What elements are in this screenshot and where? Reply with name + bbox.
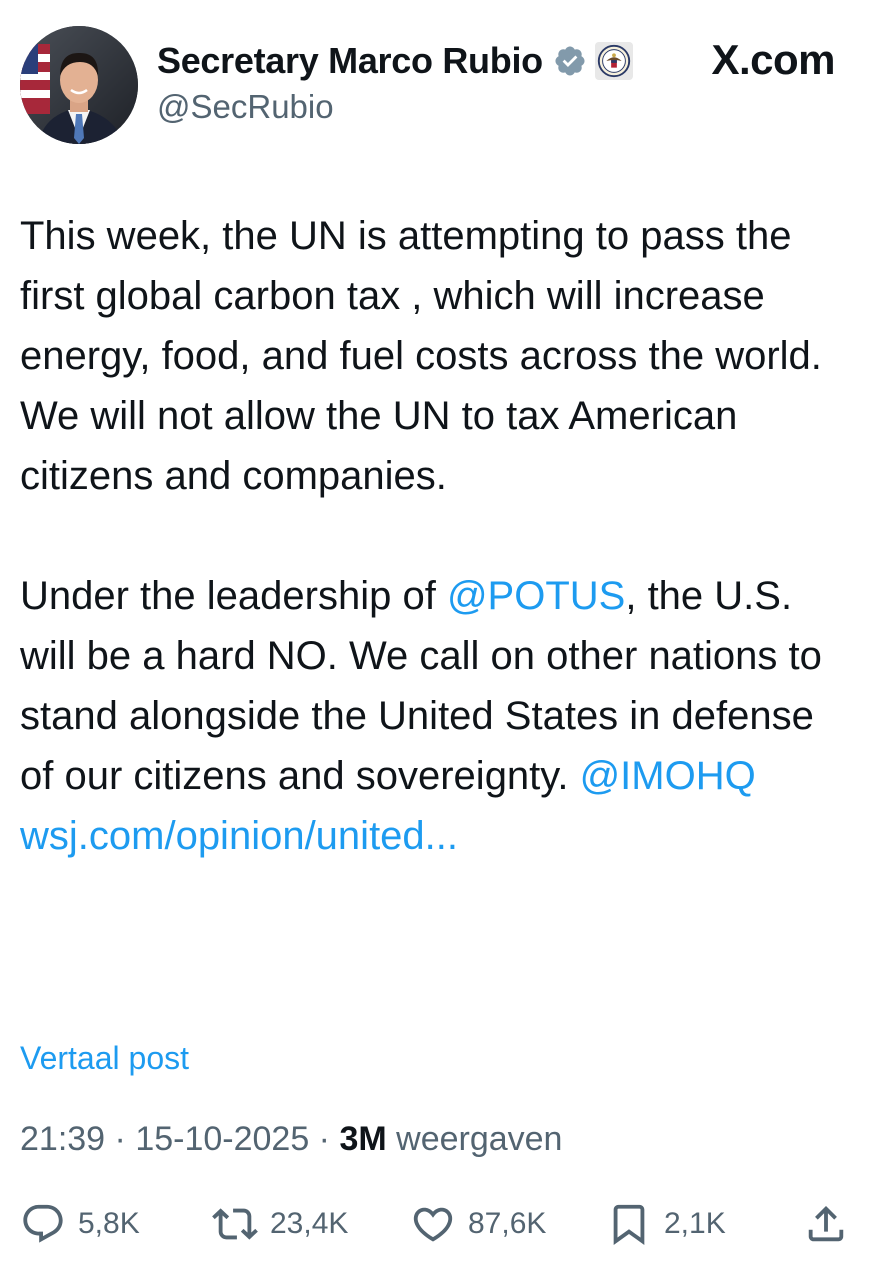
- reply-icon: [23, 1204, 63, 1243]
- repost-button[interactable]: 23,4K: [212, 1198, 348, 1250]
- post-date[interactable]: 15-10-2025: [135, 1120, 309, 1158]
- post-paragraph-2: Under the leadership of @POTUS, the U.S.…: [20, 566, 850, 866]
- mention-potus-link[interactable]: @POTUS: [447, 574, 625, 618]
- mention-imohq-link[interactable]: @IMOHQ: [580, 754, 756, 798]
- reply-count: 5,8K: [78, 1207, 140, 1240]
- x-com-watermark: X.com: [711, 36, 835, 83]
- post-text: This week, the UN is attempting to pass …: [20, 206, 850, 866]
- author-name-row: Secretary Marco Rubio: [157, 38, 633, 84]
- action-bar: 5,8K 23,4K 87,6K 2,1K: [20, 1198, 853, 1250]
- translate-post-link[interactable]: Vertaal post: [20, 1040, 189, 1077]
- author-handle[interactable]: @SecRubio: [157, 88, 334, 126]
- paragraph-2-prefix: Under the leadership of: [20, 574, 447, 618]
- article-link[interactable]: wsj.com/opinion/united...: [20, 814, 458, 858]
- bookmark-icon: [613, 1204, 645, 1245]
- repost-icon: [212, 1208, 258, 1240]
- bookmark-button[interactable]: 2,1K: [606, 1198, 726, 1250]
- state-department-seal-icon: [594, 42, 633, 80]
- meta-separator: ·: [309, 1120, 340, 1158]
- like-button[interactable]: 87,6K: [410, 1198, 546, 1250]
- avatar[interactable]: [20, 26, 138, 144]
- verified-badge-icon[interactable]: [553, 44, 587, 78]
- repost-count: 23,4K: [270, 1207, 349, 1240]
- views-count: 3M: [339, 1120, 387, 1158]
- bookmark-count: 2,1K: [664, 1207, 726, 1240]
- share-icon: [808, 1205, 844, 1242]
- meta-separator: ·: [105, 1120, 136, 1158]
- share-button[interactable]: [803, 1198, 849, 1250]
- post-time[interactable]: 21:39: [20, 1120, 105, 1158]
- heart-icon: [413, 1207, 453, 1242]
- like-count: 87,6K: [468, 1207, 547, 1240]
- post-meta: 21:39 · 15-10-2025 · 3M weergaven: [20, 1120, 562, 1159]
- reply-button[interactable]: 5,8K: [20, 1198, 140, 1250]
- views-label: weergaven: [386, 1120, 563, 1158]
- avatar-photo: [20, 26, 138, 144]
- post-paragraph-1: This week, the UN is attempting to pass …: [20, 214, 822, 498]
- author-display-name[interactable]: Secretary Marco Rubio: [157, 40, 543, 82]
